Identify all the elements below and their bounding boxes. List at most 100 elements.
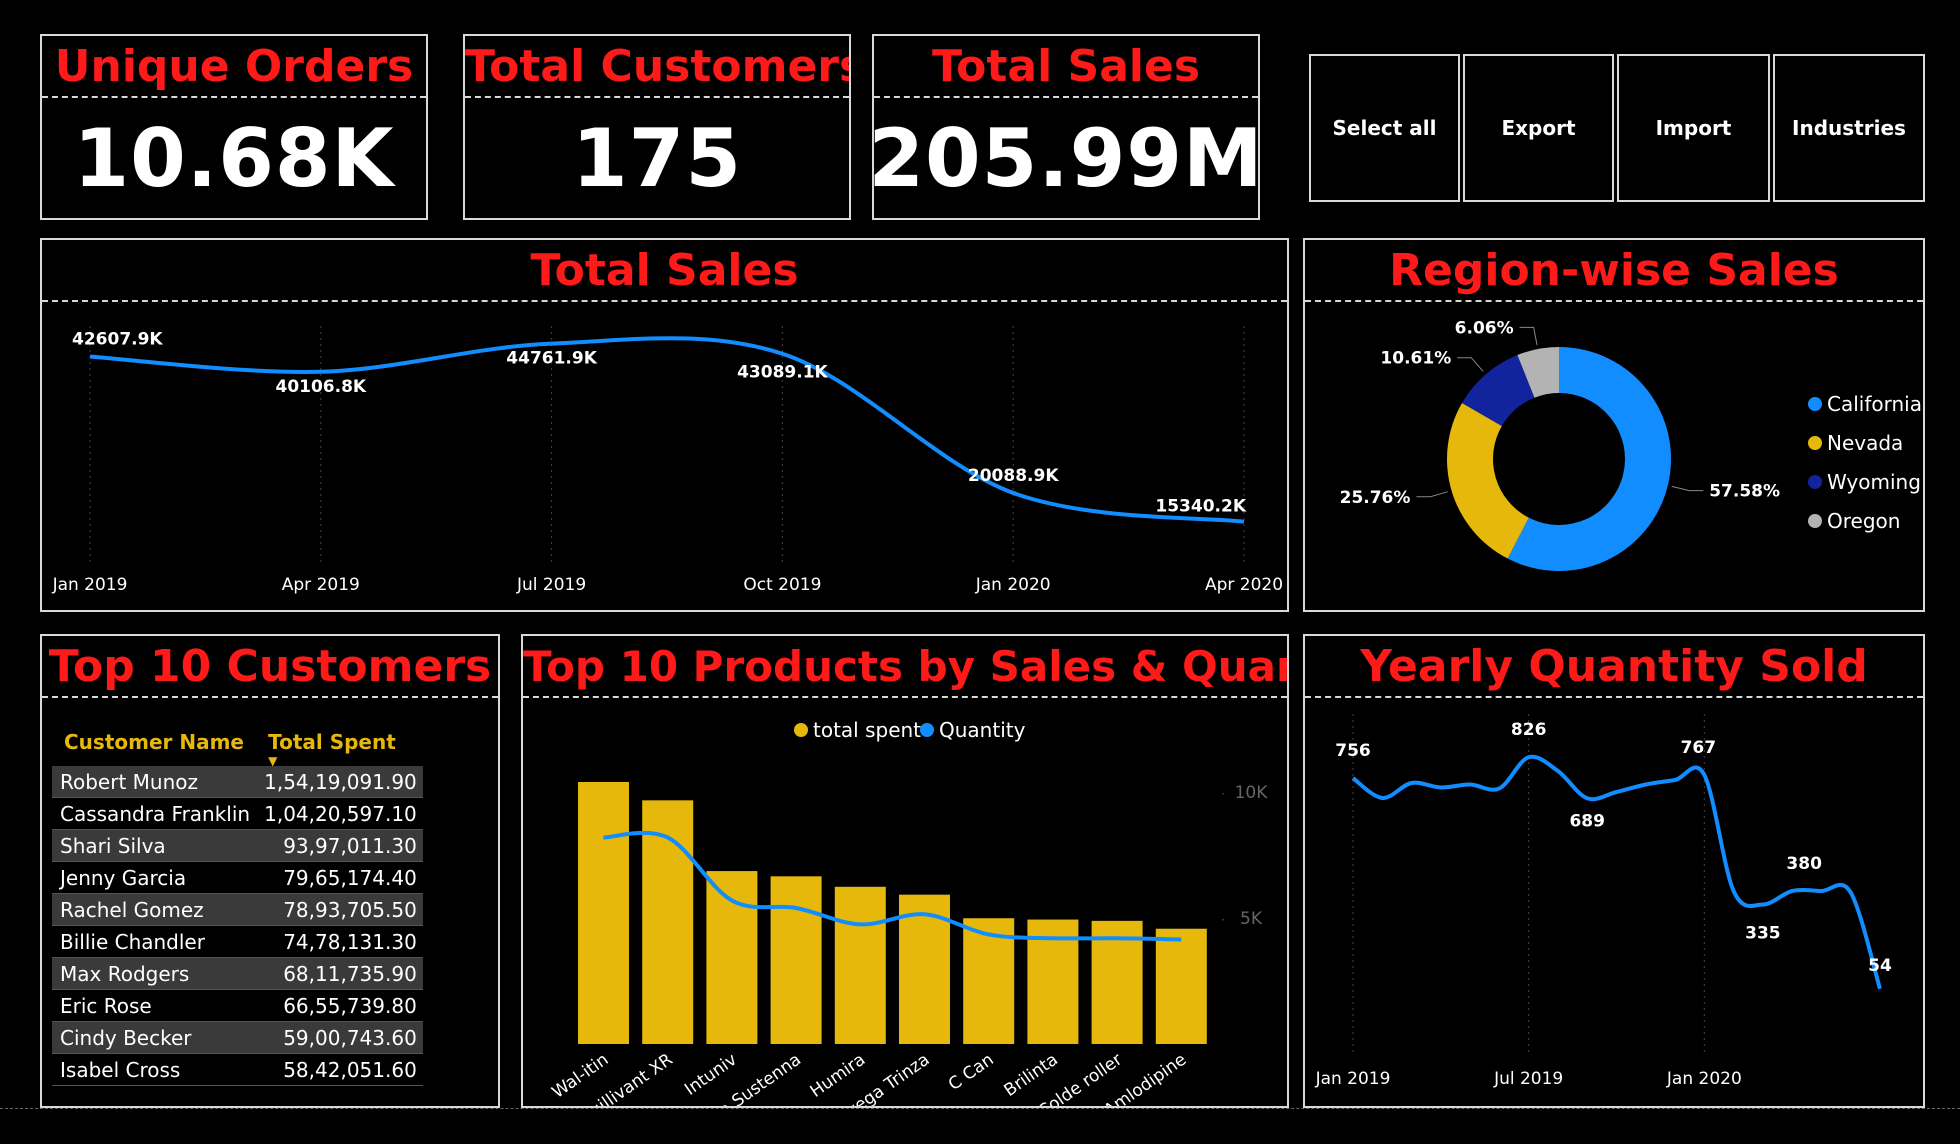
customer-name-cell: Shari Silva: [52, 829, 257, 862]
industries-button[interactable]: Industries: [1773, 54, 1925, 202]
total-spent-cell: 66,55,739.80: [256, 989, 423, 1022]
region-title: Region-wise Sales: [1305, 240, 1923, 302]
legend-marker: [1808, 514, 1822, 528]
x-tick-label: Oct 2019: [743, 575, 821, 595]
customer-name-cell: Billie Chandler: [52, 925, 257, 958]
slice-leader-line: [1416, 491, 1448, 498]
table-row[interactable]: Jenny Garcia 79,65,174.40: [52, 861, 423, 894]
yearly-quantity-chart: Jan 2019 Jul 2019 Jan 2020 756 826 689 767 335 3…: [1315, 714, 1892, 1089]
table-row[interactable]: Cassandra Franklin 1,04,20,597.10: [52, 797, 423, 830]
customer-name-cell: Cindy Becker: [52, 1021, 257, 1054]
sales-trend-chart: Jan 2019 Apr 2019 Jul 2019 Oct 2019 Jan 2020…: [52, 326, 1283, 595]
select-all-button[interactable]: Select all: [1309, 54, 1460, 202]
export-button[interactable]: Export: [1463, 54, 1614, 202]
data-label: 335: [1745, 924, 1781, 944]
total-spent-cell: 68,11,735.90: [256, 957, 423, 990]
column-header-label: Total Spent: [268, 730, 396, 754]
slice-leader-line: [1671, 485, 1704, 492]
legend-marker: [920, 723, 934, 737]
x-tick-label: Jan 2019: [52, 575, 128, 595]
y2-tick-mark: ·: [1221, 787, 1225, 801]
data-label: 380: [1786, 854, 1822, 874]
column-header-customer-name[interactable]: Customer Name: [52, 728, 256, 766]
bar-total-spent: [1155, 928, 1207, 1044]
total-spent-cell: 1,54,19,091.90: [256, 766, 423, 798]
bar-total-spent: [706, 871, 758, 1044]
total-spent-cell: 58,42,051.60: [256, 1053, 423, 1086]
legend-label: Wyoming: [1827, 470, 1921, 494]
customers-card: Top 10 Customers Customer Name Total Spe…: [40, 634, 500, 1108]
kpi-value: 175: [572, 111, 742, 205]
column-header-total-spent[interactable]: Total Spent ▼: [256, 728, 423, 768]
y2-tick-label: 5K: [1240, 909, 1263, 929]
table-row[interactable]: Rachel Gomez 78,93,705.50: [52, 893, 423, 926]
x-tick-label: Apr 2019: [282, 575, 360, 595]
donut-slice-nevada: [1447, 403, 1529, 559]
data-label: 15340.2K: [1155, 497, 1246, 517]
products-title: Top 10 Products by Sales & Quantity: [523, 636, 1287, 698]
legend-marker: [1808, 475, 1822, 489]
total-spent-cell: 79,65,174.40: [256, 861, 423, 894]
x-tick-label: Jan 2020: [1666, 1069, 1742, 1089]
slice-leader-line: [1519, 326, 1538, 346]
legend-marker: [1808, 397, 1822, 411]
slice-label: 6.06%: [1455, 318, 1514, 338]
customers-table: Customer Name Total Spent ▼ Robert Munoz…: [52, 728, 423, 1086]
page-bottom-divider: [0, 1108, 1960, 1109]
kpi-card-total-sales: Total Sales 205.99M: [868, 34, 1264, 220]
customer-name-cell: Rachel Gomez: [52, 893, 257, 926]
yearly-card: Yearly Quantity Sold Jan 2019 Jul 2019 Jan…: [1303, 634, 1925, 1108]
table-row[interactable]: Max Rodgers 68,11,735.90: [52, 957, 423, 990]
import-button[interactable]: Import: [1617, 54, 1770, 202]
data-label: 54: [1868, 956, 1892, 976]
kpi-card-total-customers: Total Customers 175: [463, 34, 851, 220]
total-spent-cell: 74,78,131.30: [256, 925, 423, 958]
data-label: 689: [1569, 811, 1605, 831]
x-tick-label: C Can: [945, 1050, 998, 1095]
legend-label: total spent: [813, 718, 921, 742]
table-row[interactable]: Isabel Cross 58,42,051.60: [52, 1053, 423, 1086]
data-label: 826: [1511, 720, 1547, 740]
kpi-label: Unique Orders: [42, 36, 426, 98]
bar-total-spent: [770, 876, 822, 1044]
legend-marker: [794, 723, 808, 737]
y2-tick-label: 10K: [1235, 783, 1269, 803]
kpi-value: 10.68K: [73, 111, 395, 205]
region-donut-chart: 57.58% 25.76% 10.61%6.06% California Nevada W…: [1340, 318, 1922, 571]
customer-name-cell: Max Rodgers: [52, 957, 257, 990]
table-row[interactable]: Shari Silva 93,97,011.30: [52, 829, 423, 862]
kpi-value: 205.99M: [868, 111, 1264, 205]
legend-label: Oregon: [1827, 509, 1900, 533]
kpi-label: Total Sales: [874, 36, 1258, 98]
x-tick-label: Jul 2019: [1493, 1069, 1563, 1089]
sales-trend-card: Total Sales Jan 2019 Apr 2019 Jul 2019 Oct …: [40, 238, 1289, 612]
table-row[interactable]: Robert Munoz 1,54,19,091.90: [52, 766, 423, 798]
slice-label: 10.61%: [1380, 349, 1451, 369]
data-label: 756: [1335, 741, 1371, 761]
total-spent-cell: 1,04,20,597.10: [256, 797, 423, 830]
total-spent-cell: 59,00,743.60: [256, 1021, 423, 1054]
kpi-label: Total Customers: [465, 36, 849, 98]
x-tick-label: Apr 2020: [1205, 575, 1283, 595]
data-label: 43089.1K: [737, 363, 828, 383]
table-row[interactable]: Billie Chandler 74,78,131.30: [52, 925, 423, 958]
table-row[interactable]: Eric Rose 66,55,739.80: [52, 989, 423, 1022]
data-label: 767: [1681, 738, 1717, 758]
total-spent-cell: 78,93,705.50: [256, 893, 423, 926]
data-label: 44761.9K: [506, 349, 597, 369]
products-combo-chart: total spent Quantity10K·5K·Wal-itinQuilli…: [549, 718, 1269, 1106]
y2-tick-mark: ·: [1221, 913, 1225, 927]
customer-name-cell: Eric Rose: [52, 989, 257, 1022]
legend-marker: [1808, 436, 1822, 450]
slice-label: 57.58%: [1709, 482, 1780, 502]
data-label: 40106.8K: [275, 377, 366, 397]
data-label: 42607.9K: [72, 330, 163, 350]
customer-name-cell: Cassandra Franklin: [52, 797, 257, 830]
customer-name-cell: Isabel Cross: [52, 1053, 257, 1086]
bar-total-spent: [834, 886, 886, 1044]
legend-label: California: [1827, 392, 1922, 416]
x-tick-label: Jul 2019: [516, 575, 586, 595]
table-row[interactable]: Cindy Becker 59,00,743.60: [52, 1021, 423, 1054]
slice-label: 25.76%: [1340, 488, 1411, 508]
products-card: Top 10 Products by Sales & Quantity tota…: [521, 634, 1289, 1108]
